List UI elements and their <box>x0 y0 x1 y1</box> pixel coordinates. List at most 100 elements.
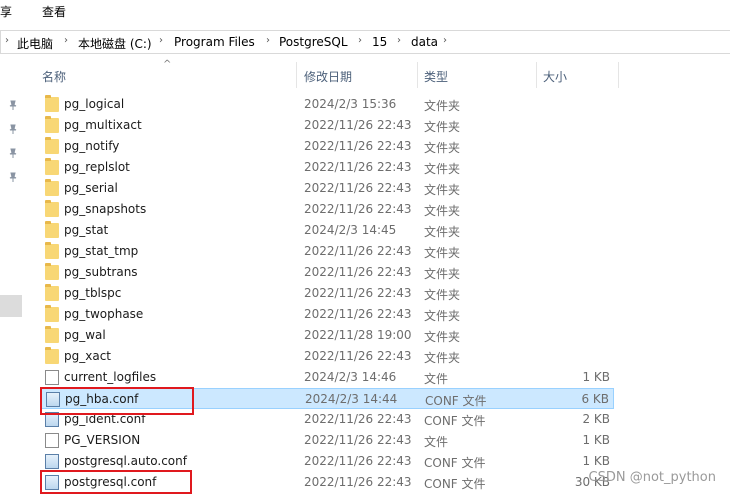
chevron-right-icon[interactable]: › <box>266 35 270 46</box>
column-divider[interactable] <box>296 62 297 88</box>
file-type: 文件夹 <box>424 120 461 134</box>
folder-icon <box>45 284 59 301</box>
pin-icon[interactable] <box>8 100 18 110</box>
file-row[interactable]: pg_xact 2022/11/26 22:43 文件夹 <box>40 346 614 367</box>
file-modified: 2024/2/3 14:44 <box>305 392 398 406</box>
breadcrumb-this-pc[interactable]: 此电脑 <box>17 35 53 52</box>
file-row[interactable]: pg_snapshots 2022/11/26 22:43 文件夹 <box>40 199 614 220</box>
column-header: ^ 名称 修改日期 类型 大小 <box>24 59 730 88</box>
file-size: 1 KB <box>582 454 610 468</box>
file-modified: 2022/11/26 22:43 <box>304 244 412 258</box>
file-modified: 2022/11/26 22:43 <box>304 412 412 426</box>
breadcrumb-data[interactable]: data <box>411 35 438 49</box>
column-divider[interactable] <box>417 62 418 88</box>
pin-icon[interactable] <box>8 172 18 182</box>
file-size: 1 KB <box>582 370 610 384</box>
navigation-pane <box>0 55 24 495</box>
file-name: pg_notify <box>64 139 120 153</box>
chevron-right-icon[interactable]: › <box>358 35 362 46</box>
file-type: 文件夹 <box>424 99 461 113</box>
file-type: 文件 <box>424 435 449 449</box>
file-modified: 2022/11/26 22:43 <box>304 433 412 447</box>
folder-icon <box>45 158 59 175</box>
file-name: postgresql.auto.conf <box>64 454 187 468</box>
file-size: 1 KB <box>582 433 610 447</box>
highlight-box <box>40 470 192 494</box>
file-type: CONF 文件 <box>425 394 487 408</box>
file-modified: 2022/11/26 22:43 <box>304 454 412 468</box>
conf-file-icon <box>45 454 59 469</box>
nav-selected-item[interactable] <box>0 295 22 317</box>
breadcrumb-program-files[interactable]: Program Files <box>174 35 255 49</box>
watermark: CSDN @not_python <box>588 470 716 485</box>
column-size[interactable]: 大小 <box>543 68 567 85</box>
file-name: current_logfiles <box>64 370 157 384</box>
tab-view[interactable]: 查看 <box>42 3 66 20</box>
file-type: 文件夹 <box>424 267 461 281</box>
breadcrumb-local-disk[interactable]: 本地磁盘 (C:) <box>78 35 152 52</box>
file-row[interactable]: postgresql.auto.conf 2022/11/26 22:43 CONF… <box>40 451 614 472</box>
chevron-right-icon[interactable]: › <box>443 35 447 46</box>
file-row[interactable]: pg_multixact 2022/11/26 22:43 文件夹 <box>40 115 614 136</box>
folder-icon <box>45 116 59 133</box>
file-type: CONF 文件 <box>424 456 486 470</box>
file-type: 文件夹 <box>424 162 461 176</box>
column-divider[interactable] <box>618 62 619 88</box>
breadcrumb-postgresql[interactable]: PostgreSQL <box>279 35 348 49</box>
file-modified: 2022/11/26 22:43 <box>304 139 412 153</box>
file-row[interactable]: pg_serial 2022/11/26 22:43 文件夹 <box>40 178 614 199</box>
folder-icon <box>45 326 59 343</box>
pin-icon[interactable] <box>8 124 18 134</box>
folder-icon <box>45 347 59 364</box>
file-modified: 2022/11/26 22:43 <box>304 202 412 216</box>
folder-icon <box>45 95 59 112</box>
sort-up-icon: ^ <box>163 59 172 70</box>
file-row[interactable]: pg_replslot 2022/11/26 22:43 文件夹 <box>40 157 614 178</box>
file-size: 2 KB <box>582 412 610 426</box>
file-modified: 2024/2/3 14:46 <box>304 370 397 384</box>
file-row[interactable]: pg_logical 2024/2/3 15:36 文件夹 <box>40 94 614 115</box>
address-bar[interactable]: › 此电脑 › 本地磁盘 (C:) › Program Files › Post… <box>0 30 730 54</box>
folder-icon <box>45 200 59 217</box>
file-row[interactable]: current_logfiles 2024/2/3 14:46 文件 1 KB <box>40 367 614 388</box>
file-name: pg_tblspc <box>64 286 122 300</box>
file-modified: 2022/11/26 22:43 <box>304 286 412 300</box>
file-size: 6 KB <box>581 392 609 406</box>
file-row[interactable]: pg_notify 2022/11/26 22:43 文件夹 <box>40 136 614 157</box>
file-modified: 2022/11/26 22:43 <box>304 181 412 195</box>
file-modified: 2022/11/26 22:43 <box>304 307 412 321</box>
folder-icon <box>45 305 59 322</box>
file-modified: 2022/11/26 22:43 <box>304 265 412 279</box>
file-row[interactable]: pg_stat 2024/2/3 14:45 文件夹 <box>40 220 614 241</box>
breadcrumb-15[interactable]: 15 <box>372 35 387 49</box>
column-modified[interactable]: 修改日期 <box>304 68 352 85</box>
chevron-right-icon[interactable]: › <box>64 35 68 46</box>
file-modified: 2022/11/26 22:43 <box>304 160 412 174</box>
file-modified: 2022/11/26 22:43 <box>304 475 412 489</box>
file-name: pg_multixact <box>64 118 142 132</box>
file-row[interactable]: pg_twophase 2022/11/26 22:43 文件夹 <box>40 304 614 325</box>
file-row[interactable]: pg_subtrans 2022/11/26 22:43 文件夹 <box>40 262 614 283</box>
file-modified: 2024/2/3 15:36 <box>304 97 397 111</box>
folder-icon <box>45 137 59 154</box>
pin-icon[interactable] <box>8 148 18 158</box>
chevron-right-icon[interactable]: › <box>5 35 9 46</box>
chevron-right-icon[interactable]: › <box>397 35 401 46</box>
file-type: 文件夹 <box>424 309 461 323</box>
file-row[interactable]: PG_VERSION 2022/11/26 22:43 文件 1 KB <box>40 430 614 451</box>
column-type[interactable]: 类型 <box>424 68 448 85</box>
file-name: pg_xact <box>64 349 111 363</box>
file-type: 文件夹 <box>424 351 461 365</box>
file-row[interactable]: pg_stat_tmp 2022/11/26 22:43 文件夹 <box>40 241 614 262</box>
file-name: pg_snapshots <box>64 202 147 216</box>
file-row[interactable]: pg_tblspc 2022/11/26 22:43 文件夹 <box>40 283 614 304</box>
column-divider[interactable] <box>536 62 537 88</box>
file-modified: 2022/11/26 22:43 <box>304 118 412 132</box>
folder-icon <box>45 221 59 238</box>
file-row[interactable]: pg_wal 2022/11/28 19:00 文件夹 <box>40 325 614 346</box>
tab-share[interactable]: 享 <box>0 3 12 20</box>
chevron-right-icon[interactable]: › <box>159 35 163 46</box>
file-type: 文件夹 <box>424 141 461 155</box>
file-modified: 2022/11/26 22:43 <box>304 349 412 363</box>
column-name[interactable]: 名称 <box>42 68 66 85</box>
